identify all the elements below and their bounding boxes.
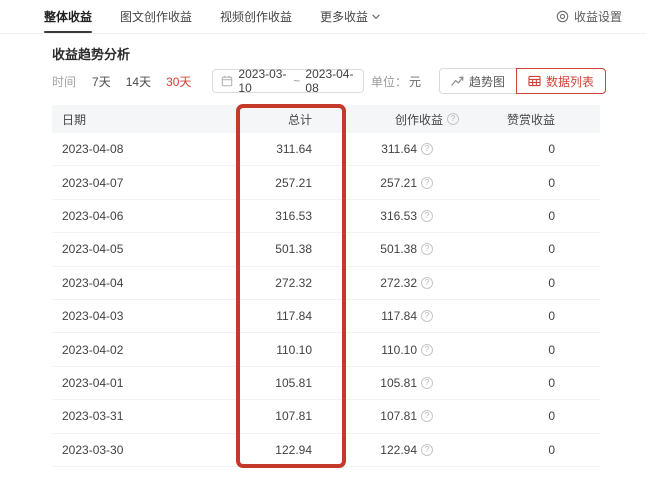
cell-total: 501.38 bbox=[242, 242, 357, 256]
data-list-button[interactable]: 数据列表 bbox=[516, 68, 606, 94]
cell-total: 316.53 bbox=[242, 209, 357, 223]
cell-total: 117.84 bbox=[242, 309, 357, 323]
cell-creation: 105.81? bbox=[357, 376, 477, 390]
cell-total: 110.10 bbox=[242, 343, 357, 357]
cell-date: 2023-04-05 bbox=[52, 242, 242, 256]
cell-reward: 0 bbox=[477, 209, 600, 223]
time-filter-label: 时间 bbox=[52, 73, 76, 90]
date-range-start: 2023-03-10 bbox=[238, 67, 288, 95]
cell-date: 2023-04-02 bbox=[52, 343, 242, 357]
date-range-end: 2023-04-08 bbox=[305, 67, 355, 95]
cell-creation: 316.53? bbox=[357, 209, 477, 223]
date-range-picker[interactable]: 2023-03-10 ~ 2023-04-08 bbox=[212, 69, 364, 93]
cell-total: 105.81 bbox=[242, 376, 357, 390]
cell-creation: 117.84? bbox=[357, 309, 477, 323]
info-icon[interactable]: ? bbox=[421, 177, 433, 189]
cell-total: 311.64 bbox=[242, 142, 357, 156]
trend-chart-button[interactable]: 趋势图 bbox=[439, 68, 516, 94]
nav-tabs: 整体收益 图文创作收益 视频创作收益 更多收益 bbox=[0, 0, 380, 33]
table-row: 2023-04-06 316.53 316.53? 0 bbox=[52, 200, 600, 233]
gear-icon bbox=[556, 10, 569, 23]
cell-reward: 0 bbox=[477, 242, 600, 256]
cell-date: 2023-04-01 bbox=[52, 376, 242, 390]
cell-date: 2023-04-08 bbox=[52, 142, 242, 156]
cell-creation: 122.94? bbox=[357, 443, 477, 457]
cell-creation: 107.81? bbox=[357, 409, 477, 423]
help-icon[interactable]: ? bbox=[447, 113, 459, 125]
earnings-settings-button[interactable]: 收益设置 bbox=[556, 8, 622, 25]
tab-more-label: 更多收益 bbox=[320, 8, 368, 25]
trend-chart-label: 趋势图 bbox=[469, 73, 505, 90]
cell-reward: 0 bbox=[477, 309, 600, 323]
info-icon[interactable]: ? bbox=[421, 210, 433, 222]
column-header-creation: 创作收益 ? bbox=[357, 111, 477, 128]
info-icon[interactable]: ? bbox=[421, 143, 433, 155]
cell-reward: 0 bbox=[477, 142, 600, 156]
top-nav: 整体收益 图文创作收益 视频创作收益 更多收益 收益设置 bbox=[0, 0, 646, 34]
cell-reward: 0 bbox=[477, 376, 600, 390]
range-option-7d[interactable]: 7天 bbox=[92, 73, 111, 90]
table-row: 2023-04-07 257.21 257.21? 0 bbox=[52, 166, 600, 199]
data-list-icon bbox=[528, 75, 541, 87]
cell-date: 2023-04-06 bbox=[52, 209, 242, 223]
cell-date: 2023-04-03 bbox=[52, 309, 242, 323]
info-icon[interactable]: ? bbox=[421, 377, 433, 389]
trend-chart-icon bbox=[451, 75, 464, 87]
cell-date: 2023-04-04 bbox=[52, 276, 242, 290]
cell-total: 107.81 bbox=[242, 409, 357, 423]
calendar-icon bbox=[221, 75, 233, 87]
info-icon[interactable]: ? bbox=[421, 410, 433, 422]
unit-label: 单位：元 bbox=[371, 73, 421, 90]
table-row: 2023-04-08 311.64 311.64? 0 bbox=[52, 133, 600, 166]
settings-label: 收益设置 bbox=[574, 8, 622, 25]
filter-toolbar: 时间 7天 14天 30天 2023-03-10 ~ 2023-04-08 单位… bbox=[52, 68, 606, 94]
unit-value: 元 bbox=[409, 75, 421, 89]
cell-creation: 272.32? bbox=[357, 276, 477, 290]
earnings-dashboard: 整体收益 图文创作收益 视频创作收益 更多收益 收益设置 收益趋势分析 时间 7… bbox=[0, 0, 646, 485]
cell-reward: 0 bbox=[477, 343, 600, 357]
tab-video-earnings[interactable]: 视频创作收益 bbox=[220, 0, 292, 33]
view-switcher: 趋势图 数据列表 bbox=[439, 68, 606, 94]
cell-date: 2023-04-07 bbox=[52, 176, 242, 190]
column-header-total: 总计 bbox=[242, 111, 357, 128]
cell-reward: 0 bbox=[477, 409, 600, 423]
info-icon[interactable]: ? bbox=[421, 344, 433, 356]
info-icon[interactable]: ? bbox=[421, 444, 433, 456]
info-icon[interactable]: ? bbox=[421, 277, 433, 289]
column-header-date: 日期 bbox=[52, 111, 242, 128]
date-range-separator: ~ bbox=[293, 74, 300, 88]
cell-total: 257.21 bbox=[242, 176, 357, 190]
page-title: 收益趋势分析 bbox=[52, 44, 130, 63]
column-header-reward: 赞赏收益 bbox=[477, 111, 600, 128]
info-icon[interactable]: ? bbox=[421, 243, 433, 255]
table-row: 2023-04-01 105.81 105.81? 0 bbox=[52, 367, 600, 400]
table-header-row: 日期 总计 创作收益 ? 赞赏收益 bbox=[52, 105, 600, 133]
info-icon[interactable]: ? bbox=[421, 310, 433, 322]
table-row: 2023-04-04 272.32 272.32? 0 bbox=[52, 267, 600, 300]
tab-overall-earnings[interactable]: 整体收益 bbox=[44, 0, 92, 33]
cell-reward: 0 bbox=[477, 276, 600, 290]
table-row: 2023-04-05 501.38 501.38? 0 bbox=[52, 233, 600, 266]
cell-reward: 0 bbox=[477, 443, 600, 457]
cell-date: 2023-03-30 bbox=[52, 443, 242, 457]
chevron-down-icon bbox=[372, 14, 380, 20]
range-option-14d[interactable]: 14天 bbox=[126, 73, 151, 90]
table-row: 2023-03-30 122.94 122.94? 0 bbox=[52, 434, 600, 467]
table-row: 2023-03-31 107.81 107.81? 0 bbox=[52, 400, 600, 433]
tab-more-earnings[interactable]: 更多收益 bbox=[320, 0, 380, 33]
range-option-30d[interactable]: 30天 bbox=[166, 73, 191, 90]
table-row: 2023-04-02 110.10 110.10? 0 bbox=[52, 333, 600, 366]
tab-article-earnings[interactable]: 图文创作收益 bbox=[120, 0, 192, 33]
cell-reward: 0 bbox=[477, 176, 600, 190]
cell-total: 122.94 bbox=[242, 443, 357, 457]
data-list-label: 数据列表 bbox=[546, 73, 594, 90]
cell-date: 2023-03-31 bbox=[52, 409, 242, 423]
cell-total: 272.32 bbox=[242, 276, 357, 290]
cell-creation: 311.64? bbox=[357, 142, 477, 156]
earnings-table: 日期 总计 创作收益 ? 赞赏收益 2023-04-08 311.64 311.… bbox=[52, 105, 600, 467]
cell-creation: 257.21? bbox=[357, 176, 477, 190]
cell-creation: 110.10? bbox=[357, 343, 477, 357]
table-row: 2023-04-03 117.84 117.84? 0 bbox=[52, 300, 600, 333]
cell-creation: 501.38? bbox=[357, 242, 477, 256]
